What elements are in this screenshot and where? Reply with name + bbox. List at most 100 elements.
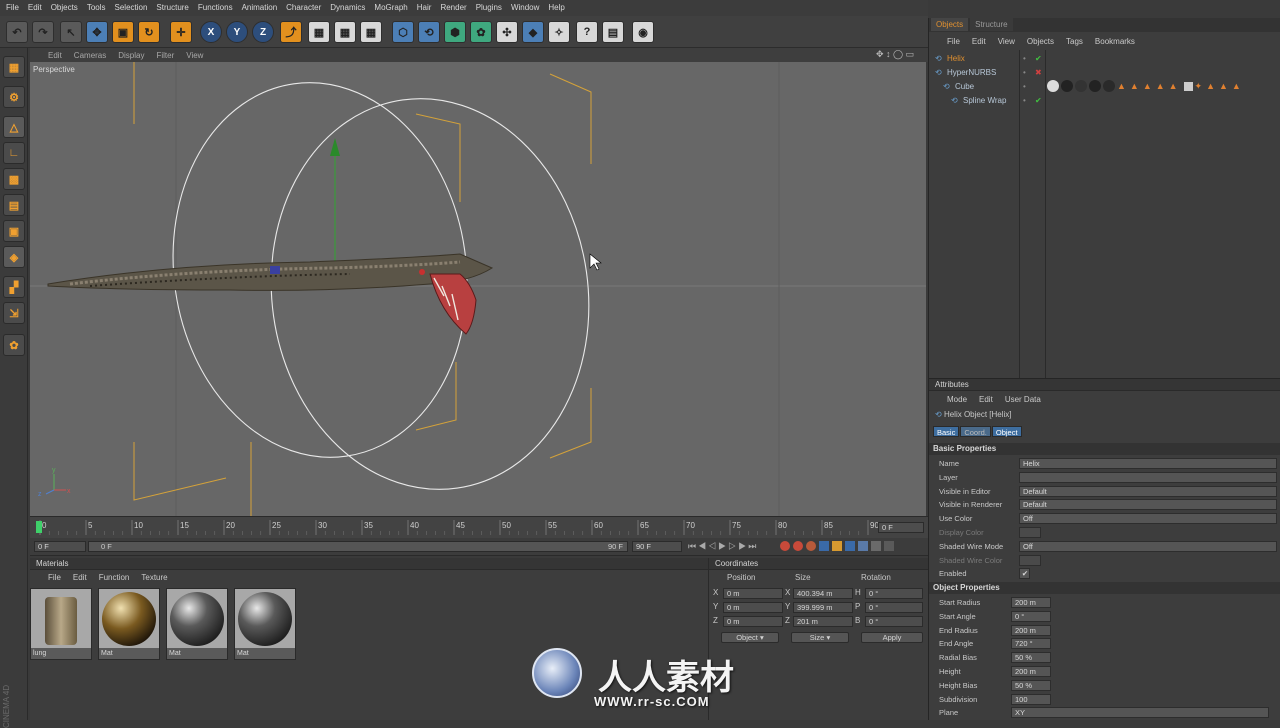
viewport-menu-filter[interactable]: Filter xyxy=(156,51,174,60)
rotation-key-icon[interactable] xyxy=(845,541,855,551)
enable-toggle-icon[interactable]: ✔ xyxy=(1035,52,1042,66)
attributes-menu-mode[interactable]: Mode xyxy=(947,395,967,404)
render-settings-icon[interactable]: ▦ xyxy=(360,21,382,43)
objects-menu-file[interactable]: File xyxy=(947,37,960,46)
attr-number-field[interactable]: 720 ° xyxy=(1011,638,1051,650)
attr-field[interactable]: Default xyxy=(1019,499,1277,511)
visibility-dots-icon[interactable]: • xyxy=(1023,80,1026,94)
edges-mode-icon[interactable]: ∟ xyxy=(3,142,25,164)
end-frame-field[interactable]: 90 F xyxy=(632,541,682,552)
menu-objects[interactable]: Objects xyxy=(49,0,85,16)
menu-structure[interactable]: Structure xyxy=(154,0,195,16)
spline-icon[interactable]: ⟲ xyxy=(418,21,440,43)
rotation-field[interactable]: 0 ° xyxy=(865,602,923,613)
scene-icon[interactable]: ◆ xyxy=(522,21,544,43)
rotate-icon[interactable]: ↻ xyxy=(138,21,160,43)
material-swatch[interactable]: Mat xyxy=(166,588,228,660)
materials-menu-texture[interactable]: Texture xyxy=(141,573,167,582)
keyframe-selection-icon[interactable] xyxy=(806,541,816,551)
apply-button[interactable]: Apply xyxy=(861,632,923,643)
menu-animation[interactable]: Animation xyxy=(240,0,285,16)
help-icon[interactable]: ▤ xyxy=(602,21,624,43)
size-mode-dropdown[interactable]: Size ▾ xyxy=(791,632,849,643)
object-row-hypernurbs[interactable]: ⟲ HyperNURBS • ✖ xyxy=(929,66,1280,80)
attr-number-field[interactable]: 50 % xyxy=(1011,679,1051,691)
size-field[interactable]: 400.394 m xyxy=(793,588,853,599)
attr-tab-basic[interactable]: Basic xyxy=(933,426,960,437)
object-mode-icon[interactable]: ◈ xyxy=(3,246,25,268)
object-row-helix[interactable]: ⟲ Helix • ✔ xyxy=(929,52,1280,66)
position-field[interactable]: 0 m xyxy=(723,602,783,613)
attr-number-field[interactable]: 0 ° xyxy=(1011,610,1051,622)
autokey-icon[interactable] xyxy=(793,541,803,551)
size-field[interactable]: 201 m xyxy=(793,616,853,627)
materials-menu-edit[interactable]: Edit xyxy=(73,573,87,582)
material-swatch[interactable]: lung xyxy=(30,588,92,660)
menu-mograph[interactable]: MoGraph xyxy=(372,0,414,16)
timeline-menu-icon[interactable] xyxy=(884,541,894,551)
layout-icon[interactable]: ◉ xyxy=(632,21,654,43)
timeline-ruler[interactable]: 0 5 10 15 20 25 30 35 40 45 50 55 60 65 70 75 80 85 90 xyxy=(30,517,928,539)
current-frame-field[interactable]: 0 F xyxy=(878,522,924,533)
model-mode-icon[interactable]: ▣ xyxy=(3,220,25,242)
objects-menu-tags[interactable]: Tags xyxy=(1066,37,1083,46)
enabled-checkbox[interactable]: ✔ xyxy=(1019,568,1030,580)
enable-toggle-icon[interactable]: ✔ xyxy=(1035,94,1042,108)
menu-character[interactable]: Character xyxy=(284,0,328,16)
menu-help[interactable]: Help xyxy=(546,0,571,16)
record-icon[interactable] xyxy=(780,541,790,551)
timeline[interactable]: 0 5 10 15 20 25 30 35 40 45 50 55 60 65 70 75 80 85 90 0 F xyxy=(30,516,928,538)
visibility-dots-icon[interactable]: • xyxy=(1023,94,1026,108)
position-field[interactable]: 0 m xyxy=(723,616,783,627)
menu-plugins[interactable]: Plugins xyxy=(474,0,509,16)
attr-field[interactable]: Helix xyxy=(1019,458,1277,469)
array-icon[interactable]: ✿ xyxy=(470,21,492,43)
undo-icon[interactable]: ↶ xyxy=(6,21,28,43)
attr-field[interactable]: Default xyxy=(1019,485,1277,497)
menu-file[interactable]: File xyxy=(4,0,26,16)
z-axis-icon[interactable]: Z xyxy=(252,21,274,43)
playhead[interactable] xyxy=(36,521,42,533)
menu-edit[interactable]: Edit xyxy=(26,0,49,16)
attr-number-field[interactable]: XY xyxy=(1011,707,1269,719)
workplane-icon[interactable]: ✿ xyxy=(3,334,25,356)
attr-number-field[interactable]: 50 % xyxy=(1011,652,1051,664)
attr-field[interactable]: Off xyxy=(1019,540,1277,552)
effector-icon[interactable]: ? xyxy=(576,21,598,43)
size-field[interactable]: 399.999 m xyxy=(793,602,853,613)
attr-number-field[interactable]: 200 m xyxy=(1011,666,1051,677)
menu-selection[interactable]: Selection xyxy=(113,0,155,16)
rotation-field[interactable]: 0 ° xyxy=(865,616,923,627)
move-recent-icon[interactable]: ✛ xyxy=(170,21,192,43)
polygons-mode-icon[interactable]: ▩ xyxy=(3,168,25,190)
live-select-icon[interactable]: ↖ xyxy=(60,21,82,43)
keyframe-buttons[interactable] xyxy=(780,541,894,551)
points-mode-icon[interactable]: △ xyxy=(3,116,25,138)
tab-structure[interactable]: Structure xyxy=(970,18,1013,31)
menu-window[interactable]: Window xyxy=(509,0,546,16)
objects-menu-bookmarks[interactable]: Bookmarks xyxy=(1095,37,1135,46)
viewport-layout-icon[interactable]: ▦ xyxy=(3,56,25,78)
start-frame-field[interactable]: 0 F xyxy=(34,541,86,552)
redo-icon[interactable]: ↷ xyxy=(32,21,54,43)
viewport-menu-display[interactable]: Display xyxy=(118,51,144,60)
material-swatch[interactable]: Mat xyxy=(98,588,160,660)
playback-controls[interactable]: ⏮◀◁▶▷▶⏭ xyxy=(688,541,758,552)
visibility-dots-icon[interactable]: • xyxy=(1023,52,1026,66)
position-key-icon[interactable] xyxy=(819,541,829,551)
menu-hair[interactable]: Hair xyxy=(415,0,439,16)
attr-field[interactable]: Off xyxy=(1019,513,1277,525)
tab-objects[interactable]: Objects xyxy=(931,18,969,31)
viewport-nav-icons[interactable]: ✥ ↕ ◯ ▭ xyxy=(876,49,914,60)
scale-icon[interactable]: ▣ xyxy=(112,21,134,43)
menu-render[interactable]: Render xyxy=(438,0,473,16)
attr-tab-object[interactable]: Object xyxy=(991,426,1022,437)
uv-mode-icon[interactable]: ▤ xyxy=(3,194,25,216)
object-row-spline-wrap[interactable]: ⟲ Spline Wrap • ✔ xyxy=(929,94,1280,108)
menu-dynamics[interactable]: Dynamics xyxy=(328,0,372,16)
nurbs-icon[interactable]: ⬢ xyxy=(444,21,466,43)
attr-field[interactable] xyxy=(1019,471,1277,483)
viewport-menu-view[interactable]: View xyxy=(186,51,203,60)
attributes-menu-edit[interactable]: Edit xyxy=(979,395,993,404)
render-picture-viewer-icon[interactable]: ▦ xyxy=(334,21,356,43)
